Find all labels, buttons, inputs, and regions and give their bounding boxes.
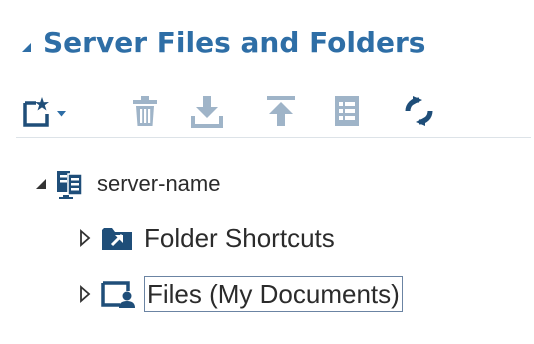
toolbar-divider [16,137,531,138]
my-documents-label: Files (My Documents) [144,276,403,312]
toolbar [22,88,446,134]
upload-icon [267,96,295,126]
new-item-button[interactable] [22,91,98,131]
collapsed-triangle-icon[interactable] [78,285,92,303]
refresh-icon [405,96,433,126]
trash-icon [133,96,157,126]
panel-title: Server Files and Folders [43,25,426,59]
tree-node-folder-shortcuts[interactable]: Folder Shortcuts [78,220,335,256]
panel-header[interactable]: Server Files and Folders [22,20,425,64]
server-label: server-name [97,171,221,196]
chevron-down-icon [57,111,66,117]
tree-node-server[interactable]: server-name [34,166,220,202]
new-item-icon [23,97,66,127]
properties-icon [335,96,359,126]
refresh-button[interactable] [392,91,446,131]
download-icon [191,96,223,128]
download-button[interactable] [180,91,234,131]
delete-button[interactable] [118,91,172,131]
properties-button[interactable] [320,91,374,131]
folder-shortcut-icon [102,228,132,250]
collapse-triangle-icon[interactable] [22,42,31,52]
my-documents-icon [101,281,135,308]
tree-node-my-documents[interactable]: Files (My Documents) [78,276,403,312]
server-icon [57,171,83,199]
collapsed-triangle-icon[interactable] [78,229,92,247]
upload-button[interactable] [254,91,308,131]
expanded-triangle-icon[interactable] [34,177,48,191]
folder-shortcuts-label: Folder Shortcuts [144,222,335,253]
